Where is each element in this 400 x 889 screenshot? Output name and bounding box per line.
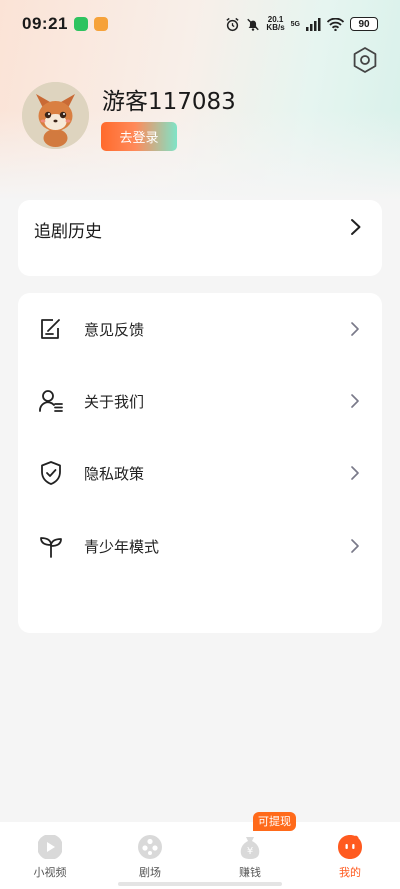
nav-label: 小视频: [33, 866, 67, 879]
menu-item-label: 青少年模式: [84, 537, 160, 556]
svg-text:¥: ¥: [247, 846, 253, 857]
chevron-right-icon: [351, 322, 359, 336]
menu-item-privacy-policy[interactable]: 隐私政策: [18, 443, 382, 503]
mute-bell-icon: [247, 18, 260, 31]
wifi-icon: [327, 17, 344, 31]
settings-menu-card: 意见反馈 关于我们 隐私政策 青少年模式: [18, 293, 382, 633]
privacy-shield-icon: [41, 461, 61, 485]
nav-tab-theater[interactable]: 剧场: [100, 822, 200, 889]
signal-icon: [306, 17, 321, 31]
settings-hexagon-icon: [353, 47, 377, 73]
watch-history-card[interactable]: 追剧历史: [18, 200, 382, 276]
menu-item-about-us[interactable]: 关于我们: [18, 371, 382, 431]
money-bag-icon: ¥: [240, 837, 260, 859]
feedback-icon: [41, 319, 60, 339]
home-indicator[interactable]: [118, 882, 282, 886]
nav-label: 我的: [339, 866, 361, 879]
withdraw-badge: 可提现: [253, 812, 296, 831]
network-speed: 20.1 KB/s: [266, 16, 284, 32]
profile-face-icon: [338, 834, 362, 859]
play-icon: [38, 835, 62, 859]
wechat-notification-icon: [73, 17, 88, 31]
menu-item-label: 关于我们: [84, 392, 145, 411]
status-bar: 09:21 20.1 KB/s 5G 90: [0, 0, 400, 48]
about-us-icon: [39, 390, 63, 412]
menu-item-label: 隐私政策: [84, 464, 145, 483]
menu-item-label: 意见反馈: [84, 320, 145, 339]
app-notification-icon: [93, 17, 108, 31]
username: 游客117083: [102, 89, 236, 115]
chevron-right-icon: [351, 394, 359, 408]
watch-history-title: 追剧历史: [34, 222, 102, 242]
chevron-right-icon: [351, 539, 359, 553]
battery-indicator: 90: [350, 17, 378, 31]
avatar[interactable]: [22, 82, 89, 149]
film-reel-icon: [138, 835, 162, 859]
nav-label: 剧场: [139, 866, 161, 879]
menu-item-feedback[interactable]: 意见反馈: [18, 299, 382, 359]
sprout-icon: [40, 537, 62, 558]
menu-item-teen-mode[interactable]: 青少年模式: [18, 516, 382, 576]
alarm-icon: [226, 17, 240, 31]
raccoon-mascot-icon: [22, 82, 89, 149]
nav-tab-mine[interactable]: 我的: [300, 822, 400, 889]
network-type-label: 5G: [290, 20, 300, 28]
status-time: 09:21: [22, 14, 68, 33]
nav-label: 赚钱: [239, 866, 261, 879]
settings-button[interactable]: [350, 45, 380, 75]
bottom-navigation: 小视频 剧场 ¥ 赚钱 我的: [0, 822, 400, 889]
chevron-right-icon: [351, 466, 359, 480]
nav-tab-short-video[interactable]: 小视频: [0, 822, 100, 889]
network-speed-unit: KB/s: [266, 23, 285, 32]
nav-tab-earn-money[interactable]: ¥ 赚钱: [200, 822, 300, 889]
login-button[interactable]: 去登录: [101, 122, 177, 151]
chevron-right-icon: [351, 219, 361, 235]
